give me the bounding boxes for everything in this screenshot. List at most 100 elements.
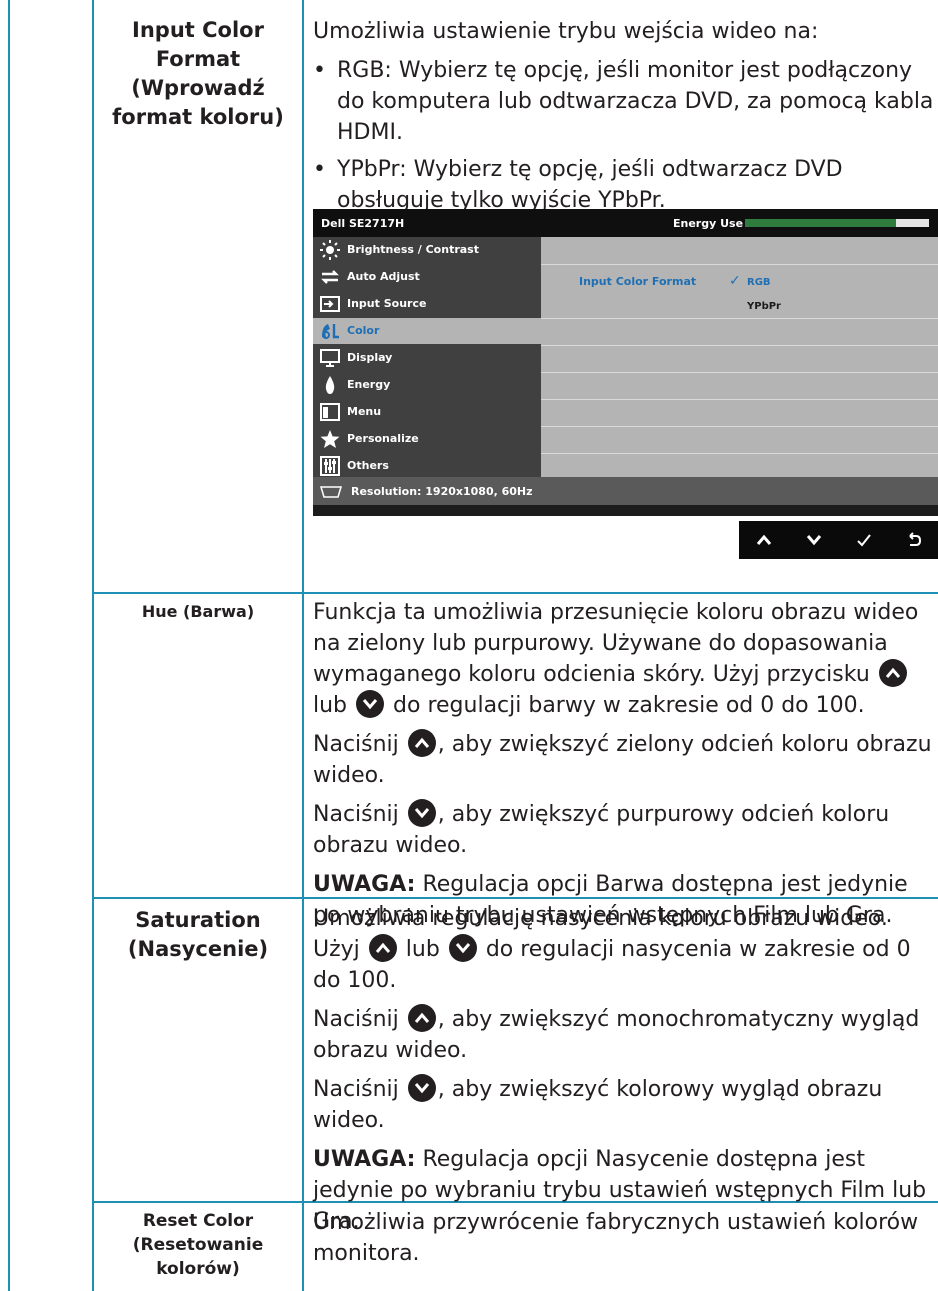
bullet-dot: • xyxy=(313,58,326,83)
osd-energy-label: Energy Use xyxy=(673,217,744,230)
personalize-icon xyxy=(320,430,340,448)
display-icon xyxy=(320,349,340,367)
table-column-divider xyxy=(302,0,304,1291)
text-span: Użyj xyxy=(313,937,360,962)
osd-item-input-source[interactable]: Input Source xyxy=(313,291,541,317)
back-button[interactable] xyxy=(889,521,938,559)
text-span: , aby zwiększyć kolorowy wygląd obrazu w… xyxy=(313,1077,883,1133)
up-round-icon xyxy=(407,1004,436,1032)
up-button[interactable] xyxy=(739,521,789,559)
osd-item-label: Color xyxy=(347,324,380,337)
check-icon xyxy=(857,534,871,547)
osd-item-label: Brightness / Contrast xyxy=(347,243,479,256)
text-span: Naciśnij xyxy=(313,732,399,757)
text-span: lub xyxy=(313,693,348,718)
osd-row-divider xyxy=(541,372,938,373)
osd-item-personalize[interactable]: Personalize xyxy=(313,426,541,452)
row-label-reset-color: Reset Color (Resetowanie kolorów) xyxy=(132,1211,264,1279)
input-source-icon xyxy=(320,296,340,312)
down-round-icon xyxy=(356,690,385,718)
osd-item-brightness[interactable]: Brightness / Contrast xyxy=(313,237,541,263)
text-span: Funkcja ta umożliwia przesunięcie koloru… xyxy=(313,600,919,687)
text-span: , aby zwiększyć zielony odcień koloru ob… xyxy=(313,732,932,788)
row-label-input-color-format: Input Color Format (Wprowadź format kolo… xyxy=(112,18,284,129)
osd-item-label: Energy xyxy=(347,378,391,391)
osd-item-label: Personalize xyxy=(347,432,419,445)
text-span: Naciśnij xyxy=(313,802,399,827)
osd-status-bar: Resolution: 1920x1080, 60Hz xyxy=(313,477,938,505)
energy-icon xyxy=(325,376,335,394)
up-round-icon xyxy=(878,659,907,687)
intro-text: Umożliwia ustawienie trybu wejścia wideo… xyxy=(313,19,819,44)
bullet-text: YPbPr: Wybierz tę opcję, jeśli odtwarzac… xyxy=(337,157,843,213)
osd-item-display[interactable]: Display xyxy=(313,345,541,371)
osd-menu-list: Brightness / Contrast Auto Adjust Input … xyxy=(313,237,541,477)
row-divider xyxy=(92,592,938,594)
menu-icon xyxy=(320,403,340,421)
osd-item-label: Input Source xyxy=(347,297,427,310)
osd-item-label: Others xyxy=(347,459,389,472)
chevron-down-icon xyxy=(806,535,822,546)
brightness-icon xyxy=(320,240,340,260)
reset-paragraph: Umożliwia przywrócenie fabrycznych ustaw… xyxy=(313,1210,919,1266)
color-icon xyxy=(322,324,339,339)
auto-adjust-icon xyxy=(321,270,339,284)
down-round-icon xyxy=(407,1074,436,1102)
vga-connector-icon xyxy=(319,486,343,498)
bullet-rgb: • RGB: Wybierz tę opcję, jeśli monitor j… xyxy=(313,55,935,148)
hue-paragraph-2: Naciśnij , aby zwiększyć zielony odcień … xyxy=(313,729,935,791)
text-span: lub xyxy=(405,937,440,962)
osd-model-name: Dell SE2717H xyxy=(321,217,405,230)
osd-option-ypbpr[interactable]: YPbPr xyxy=(747,301,781,312)
confirm-button[interactable] xyxy=(839,521,889,559)
row-desc-input-color-format: Umożliwia ustawienie trybu wejścia wideo… xyxy=(313,16,935,222)
osd-item-energy[interactable]: Energy xyxy=(313,372,541,398)
hue-paragraph-3: Naciśnij , aby zwiększyć purpurowy odcie… xyxy=(313,799,935,861)
text-span: , aby zwiększyć purpurowy odcień koloru … xyxy=(313,802,890,858)
osd-option-label: Input Color Format xyxy=(579,275,697,288)
osd-row-divider xyxy=(541,345,938,346)
down-button[interactable] xyxy=(789,521,839,559)
others-icon xyxy=(320,456,340,476)
osd-item-auto-adjust[interactable]: Auto Adjust xyxy=(313,264,541,290)
osd-row-divider xyxy=(541,399,938,400)
row-label-hue: Hue (Barwa) xyxy=(141,602,255,621)
osd-header: Dell SE2717H Energy Use xyxy=(313,209,938,237)
osd-nav-buttons xyxy=(739,521,938,559)
osd-item-label: Menu xyxy=(347,405,382,418)
bullet-text: RGB: Wybierz tę opcję, jeśli monitor jes… xyxy=(337,58,934,145)
up-round-icon xyxy=(407,729,436,757)
saturation-paragraph-1: Umożliwia regulację nasycenia koloru obr… xyxy=(313,903,935,996)
note-label: UWAGA: xyxy=(313,872,416,897)
chevron-up-icon xyxy=(756,534,772,545)
osd-row-divider xyxy=(541,453,938,454)
osd-submenu-panel: Input Color Format ✓ RGB YPbPr xyxy=(541,237,938,477)
osd-item-menu[interactable]: Menu xyxy=(313,399,541,425)
hue-paragraph-1: Funkcja ta umożliwia przesunięcie koloru… xyxy=(313,597,935,721)
osd-item-label: Auto Adjust xyxy=(347,270,420,283)
row-desc-hue: Funkcja ta umożliwia przesunięcie koloru… xyxy=(313,597,935,939)
row-desc-reset-color: Umożliwia przywrócenie fabrycznych ustaw… xyxy=(313,1207,935,1277)
osd-option-rgb[interactable]: RGB xyxy=(747,277,771,288)
text-span: Umożliwia regulację nasycenia koloru obr… xyxy=(313,906,888,931)
table-left-border xyxy=(8,0,10,1291)
osd-row-divider xyxy=(541,264,938,265)
osd-item-others[interactable]: Others xyxy=(313,453,541,479)
energy-use-bar-fill xyxy=(745,219,896,227)
osd-resolution: Resolution: 1920x1080, 60Hz xyxy=(351,485,533,498)
check-icon: ✓ xyxy=(729,273,741,289)
saturation-paragraph-3: Naciśnij , aby zwiększyć kolorowy wygląd… xyxy=(313,1074,935,1136)
osd-menu-screenshot: Dell SE2717H Energy Use Brightness / Con… xyxy=(313,209,938,516)
note-label: UWAGA: xyxy=(313,1147,416,1172)
osd-item-color[interactable]: Color xyxy=(313,318,541,344)
return-icon xyxy=(909,532,922,546)
bullet-ypbpr: • YPbPr: Wybierz tę opcję, jeśli odtwarz… xyxy=(313,154,935,216)
text-span: do regulacji barwy w zakresie od 0 do 10… xyxy=(393,693,865,718)
text-span: Naciśnij xyxy=(313,1077,399,1102)
down-round-icon xyxy=(407,799,436,827)
energy-use-bar xyxy=(745,219,929,227)
row-desc-saturation: Umożliwia regulację nasycenia koloru obr… xyxy=(313,903,935,1245)
osd-row-divider xyxy=(541,318,938,319)
bullet-dot: • xyxy=(313,157,326,182)
osd-item-label: Display xyxy=(347,351,393,364)
